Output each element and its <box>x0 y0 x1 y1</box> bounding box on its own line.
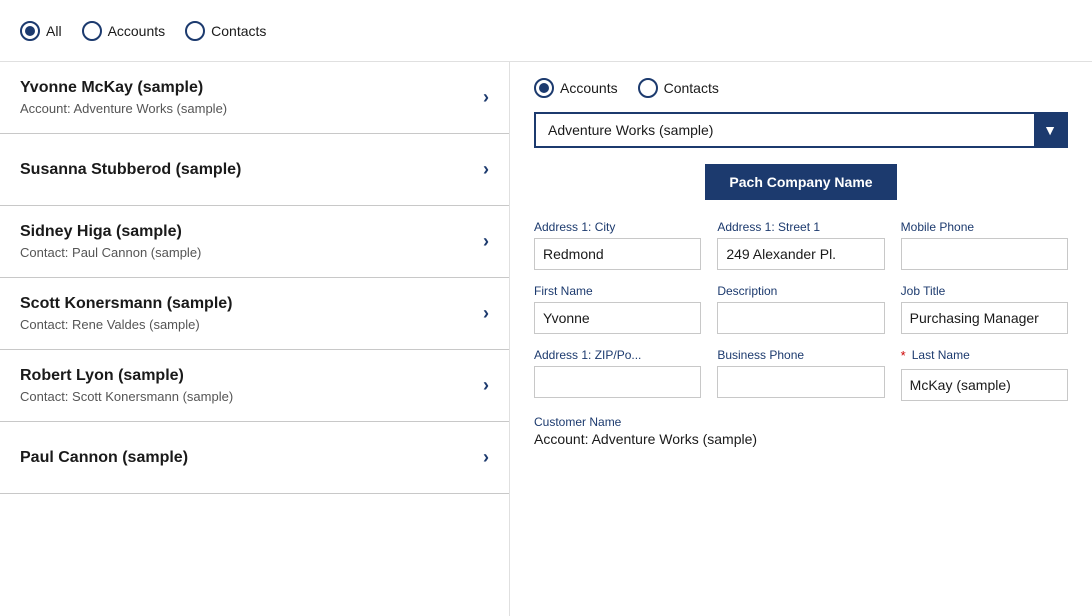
input-description[interactable] <box>717 302 884 334</box>
field-mobile-phone: Mobile Phone <box>901 220 1068 270</box>
chevron-right-icon: › <box>483 159 489 180</box>
list-item-sub: Contact: Rene Valdes (sample) <box>20 317 232 332</box>
right-radio-contacts-circle <box>638 78 658 98</box>
chevron-right-icon: › <box>483 375 489 396</box>
dropdown-value: Adventure Works (sample) <box>548 122 713 138</box>
customer-name-section: Customer Name Account: Adventure Works (… <box>534 415 1068 447</box>
list-item-sub: Contact: Paul Cannon (sample) <box>20 245 201 260</box>
radio-accounts-label: Accounts <box>108 23 166 39</box>
list-item-content: Paul Cannon (sample) <box>20 449 188 467</box>
list-item-name: Scott Konersmann (sample) <box>20 295 232 313</box>
list-item[interactable]: Scott Konersmann (sample) Contact: Rene … <box>0 278 509 350</box>
chevron-right-icon: › <box>483 303 489 324</box>
field-business-phone: Business Phone <box>717 348 884 401</box>
list-item-sub: Contact: Scott Konersmann (sample) <box>20 389 233 404</box>
list-item[interactable]: Paul Cannon (sample) › <box>0 422 509 494</box>
list-item[interactable]: Yvonne McKay (sample) Account: Adventure… <box>0 62 509 134</box>
left-panel: Yvonne McKay (sample) Account: Adventure… <box>0 62 510 616</box>
list-item-content: Yvonne McKay (sample) Account: Adventure… <box>20 79 227 116</box>
label-address1-zip: Address 1: ZIP/Po... <box>534 348 701 362</box>
list-item[interactable]: Susanna Stubberod (sample) › <box>0 134 509 206</box>
list-item-content: Sidney Higa (sample) Contact: Paul Canno… <box>20 223 201 260</box>
right-radio-accounts[interactable]: Accounts <box>534 78 618 98</box>
dropdown-arrow-icon: ▼ <box>1034 114 1066 146</box>
label-first-name: First Name <box>534 284 701 298</box>
field-description: Description <box>717 284 884 334</box>
input-address1-street1[interactable] <box>717 238 884 270</box>
label-business-phone: Business Phone <box>717 348 884 362</box>
input-mobile-phone[interactable] <box>901 238 1068 270</box>
chevron-right-icon: › <box>483 447 489 468</box>
customer-name-value: Account: Adventure Works (sample) <box>534 431 1068 447</box>
radio-all-circle <box>20 21 40 41</box>
input-last-name[interactable] <box>901 369 1068 401</box>
list-item-name: Yvonne McKay (sample) <box>20 79 227 97</box>
list-item[interactable]: Sidney Higa (sample) Contact: Paul Canno… <box>0 206 509 278</box>
field-address1-street1: Address 1: Street 1 <box>717 220 884 270</box>
list-item[interactable]: Robert Lyon (sample) Contact: Scott Kone… <box>0 350 509 422</box>
radio-contacts[interactable]: Contacts <box>185 21 266 41</box>
right-radio-accounts-circle <box>534 78 554 98</box>
form-grid: Address 1: City Address 1: Street 1 Mobi… <box>534 220 1068 401</box>
field-job-title: Job Title <box>901 284 1068 334</box>
customer-name-label: Customer Name <box>534 415 1068 429</box>
right-panel: Accounts Contacts Adventure Works (sampl… <box>510 62 1092 616</box>
list-item-content: Susanna Stubberod (sample) <box>20 161 241 179</box>
right-radio-accounts-label: Accounts <box>560 80 618 96</box>
label-description: Description <box>717 284 884 298</box>
right-radio-bar: Accounts Contacts <box>534 78 1068 98</box>
right-radio-contacts-label: Contacts <box>664 80 719 96</box>
field-address1-city: Address 1: City <box>534 220 701 270</box>
radio-accounts-circle <box>82 21 102 41</box>
input-job-title[interactable] <box>901 302 1068 334</box>
radio-accounts[interactable]: Accounts <box>82 21 166 41</box>
main-content: Yvonne McKay (sample) Account: Adventure… <box>0 62 1092 616</box>
chevron-right-icon: › <box>483 231 489 252</box>
radio-all[interactable]: All <box>20 21 62 41</box>
required-star: * <box>901 348 906 365</box>
label-address1-street1: Address 1: Street 1 <box>717 220 884 234</box>
input-first-name[interactable] <box>534 302 701 334</box>
input-address1-city[interactable] <box>534 238 701 270</box>
chevron-right-icon: › <box>483 87 489 108</box>
list-item-name: Susanna Stubberod (sample) <box>20 161 241 179</box>
radio-all-label: All <box>46 23 62 39</box>
field-address1-zip: Address 1: ZIP/Po... <box>534 348 701 401</box>
label-last-name: Last Name <box>912 348 970 362</box>
input-address1-zip[interactable] <box>534 366 701 398</box>
radio-contacts-label: Contacts <box>211 23 266 39</box>
field-last-name: * Last Name <box>901 348 1068 401</box>
list-item-name: Sidney Higa (sample) <box>20 223 201 241</box>
list-item-sub: Account: Adventure Works (sample) <box>20 101 227 116</box>
label-mobile-phone: Mobile Phone <box>901 220 1068 234</box>
right-radio-contacts[interactable]: Contacts <box>638 78 719 98</box>
input-business-phone[interactable] <box>717 366 884 398</box>
label-job-title: Job Title <box>901 284 1068 298</box>
list-item-content: Robert Lyon (sample) Contact: Scott Kone… <box>20 367 233 404</box>
top-radio-bar: All Accounts Contacts <box>0 0 1092 62</box>
dropdown-container: Adventure Works (sample) ▼ <box>534 112 1068 148</box>
label-address1-city: Address 1: City <box>534 220 701 234</box>
radio-contacts-circle <box>185 21 205 41</box>
account-dropdown[interactable]: Adventure Works (sample) ▼ <box>534 112 1068 148</box>
field-first-name: First Name <box>534 284 701 334</box>
list-item-name: Robert Lyon (sample) <box>20 367 233 385</box>
list-item-content: Scott Konersmann (sample) Contact: Rene … <box>20 295 232 332</box>
list-item-name: Paul Cannon (sample) <box>20 449 188 467</box>
patch-company-button[interactable]: Pach Company Name <box>705 164 896 200</box>
